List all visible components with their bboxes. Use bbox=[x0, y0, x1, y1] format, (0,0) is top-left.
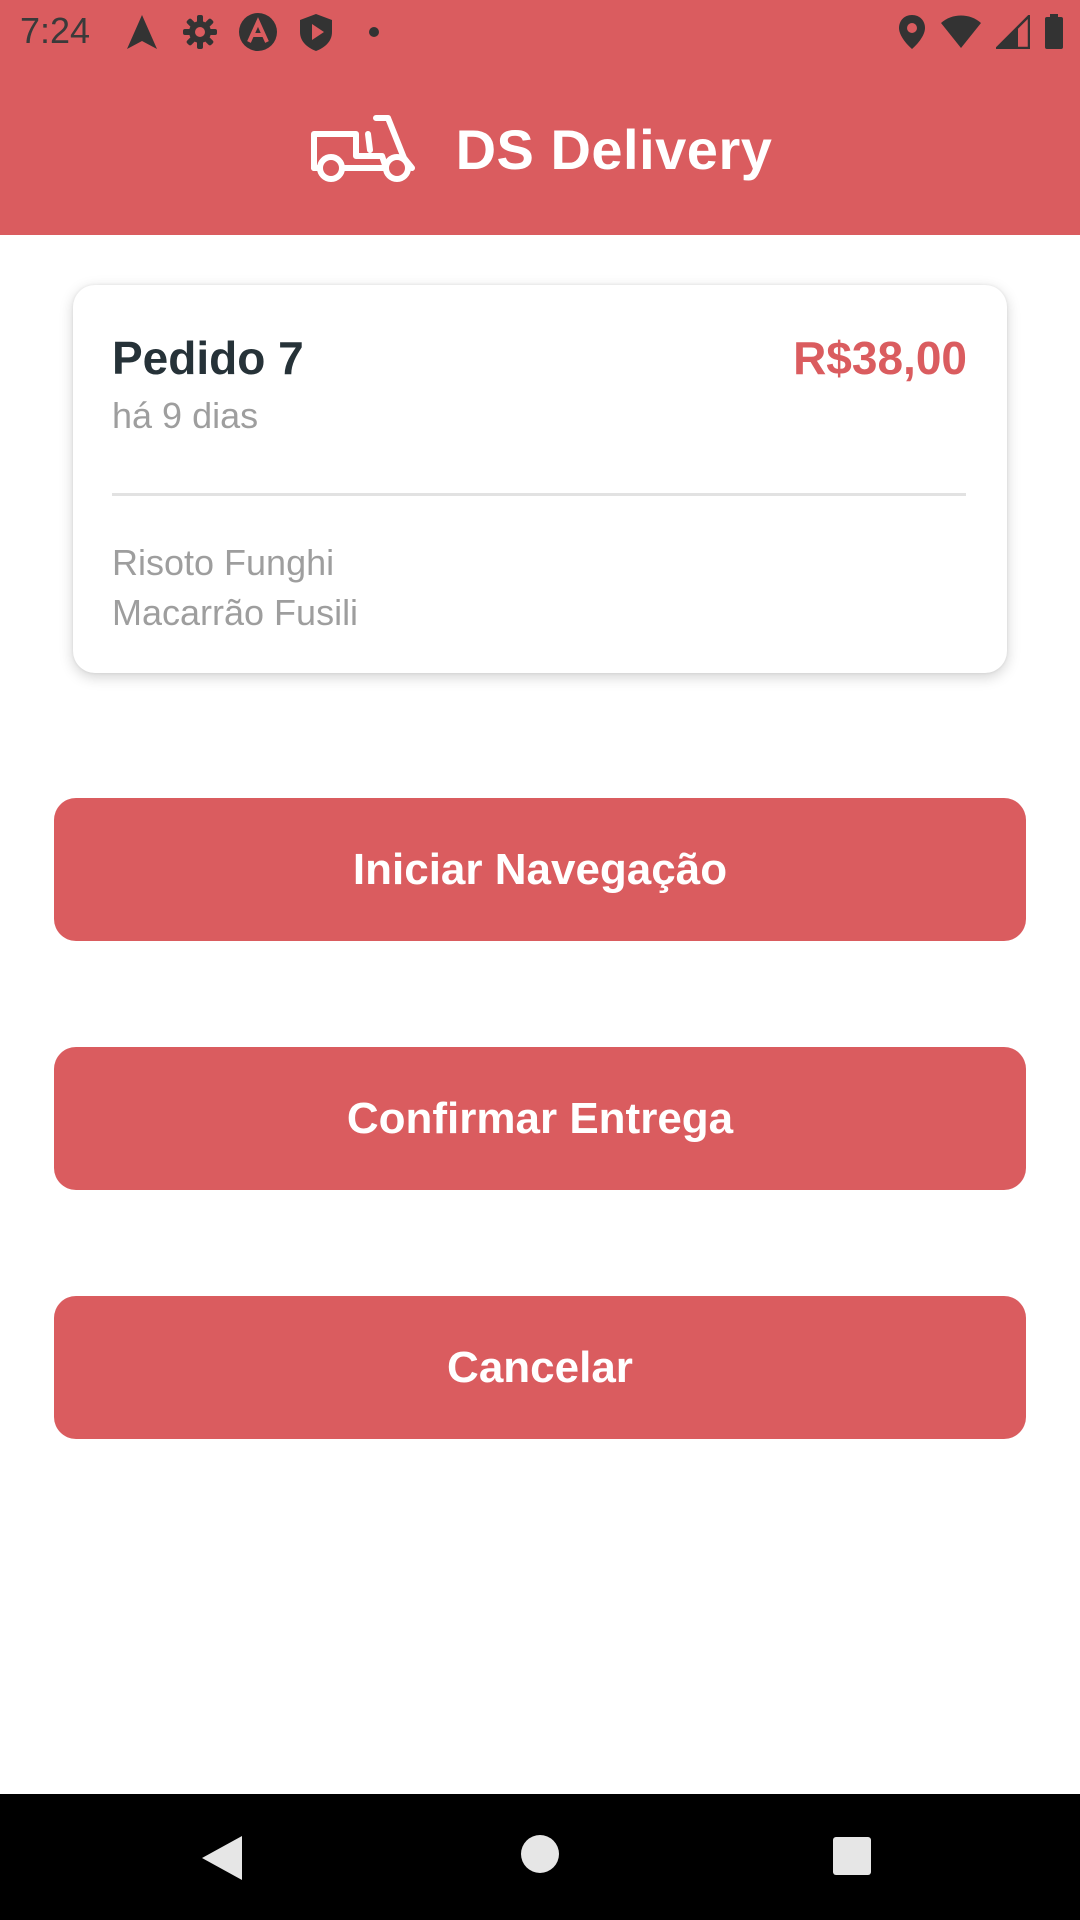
order-name: Pedido 7 bbox=[112, 332, 304, 384]
status-left-icons bbox=[122, 12, 412, 52]
wifi-icon bbox=[940, 12, 982, 52]
confirm-delivery-button[interactable]: Confirmar Entrega bbox=[54, 1047, 1026, 1190]
status-time: 7:24 bbox=[20, 10, 91, 51]
back-icon[interactable] bbox=[200, 1834, 244, 1887]
cancel-button[interactable]: Cancelar bbox=[54, 1296, 1026, 1439]
dot-icon bbox=[354, 12, 394, 52]
recents-icon[interactable] bbox=[832, 1836, 872, 1881]
order-divider bbox=[112, 493, 966, 496]
navigation-icon bbox=[122, 12, 162, 52]
home-icon[interactable] bbox=[520, 1834, 560, 1879]
order-card[interactable]: Pedido 7 R$38,00 há 9 dias Risoto Funghi… bbox=[73, 285, 1007, 673]
navigation-bar bbox=[0, 1794, 1080, 1920]
order-item: Macarrão Fusili bbox=[112, 592, 359, 633]
scooter-icon bbox=[308, 110, 418, 190]
start-navigation-button[interactable]: Iniciar Navegação bbox=[54, 798, 1026, 941]
battery-icon bbox=[1044, 12, 1064, 52]
screen: 7:24 DS Delivery Pedido 7 R$38,00 há 9 d… bbox=[0, 0, 1080, 1920]
location-icon bbox=[898, 12, 926, 52]
signal-icon bbox=[996, 12, 1030, 52]
order-item: Risoto Funghi bbox=[112, 542, 335, 583]
shield-play-icon bbox=[296, 12, 336, 52]
app-a-icon bbox=[238, 12, 278, 52]
order-price: R$38,00 bbox=[793, 332, 967, 384]
status-bar: 7:24 bbox=[0, 0, 1080, 64]
order-time: há 9 dias bbox=[112, 395, 259, 436]
status-right-icons bbox=[884, 12, 1064, 52]
app-header: DS Delivery bbox=[0, 64, 1080, 235]
order-items: Risoto Funghi Macarrão Fusili bbox=[112, 538, 358, 638]
app-title: DS Delivery bbox=[455, 118, 773, 181]
settings-icon bbox=[180, 12, 220, 52]
